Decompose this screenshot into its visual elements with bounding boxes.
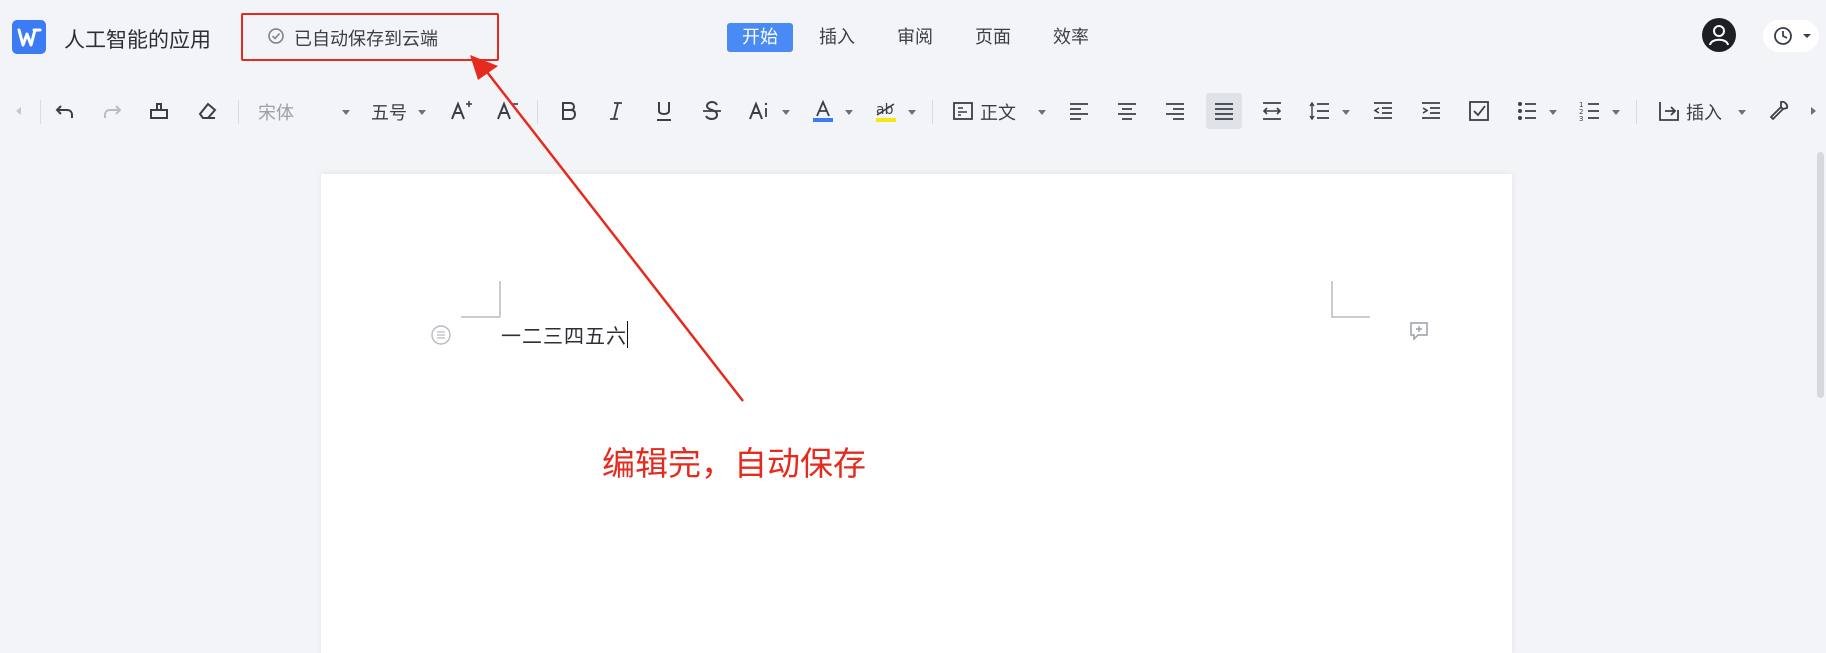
increase-font-size-icon[interactable] bbox=[448, 98, 474, 124]
document-body-text[interactable]: 一二三四五六 bbox=[501, 320, 627, 349]
font-color-icon[interactable] bbox=[810, 98, 836, 124]
history-button[interactable] bbox=[1763, 20, 1819, 52]
bullet-list-icon[interactable] bbox=[1514, 98, 1540, 124]
justify-icon[interactable] bbox=[1211, 98, 1237, 124]
line-spacing-icon[interactable] bbox=[1307, 98, 1333, 124]
paragraph-handle-icon[interactable] bbox=[430, 324, 452, 346]
save-status-text: 已自动保存到云端 bbox=[294, 29, 438, 50]
insert-icon[interactable] bbox=[1656, 98, 1682, 124]
decrease-font-size-icon[interactable] bbox=[494, 98, 520, 124]
font-size-dropdown-icon[interactable] bbox=[418, 110, 426, 115]
tab-review[interactable]: 审阅 bbox=[886, 23, 944, 52]
tools-wrench-icon[interactable] bbox=[1766, 98, 1792, 124]
svg-text:3: 3 bbox=[1579, 115, 1583, 123]
bold-icon[interactable] bbox=[555, 98, 581, 124]
user-avatar-icon[interactable] bbox=[1702, 18, 1736, 52]
font-family-dropdown-icon[interactable] bbox=[342, 110, 350, 115]
font-size-select[interactable]: 五号 bbox=[371, 99, 407, 125]
clock-icon bbox=[1774, 27, 1811, 45]
tab-start[interactable]: 开始 bbox=[727, 23, 793, 52]
toolbar-divider bbox=[40, 100, 41, 124]
redo-icon[interactable] bbox=[99, 98, 125, 124]
undo-icon[interactable] bbox=[52, 98, 78, 124]
underline-icon[interactable] bbox=[651, 98, 677, 124]
align-left-icon[interactable] bbox=[1066, 98, 1092, 124]
text-cursor bbox=[627, 321, 628, 348]
margin-corner-top-right bbox=[1331, 281, 1370, 318]
increase-indent-icon[interactable] bbox=[1418, 98, 1444, 124]
superscript-dropdown-icon[interactable] bbox=[782, 110, 790, 115]
document-title[interactable]: 人工智能的应用 bbox=[64, 24, 211, 54]
wps-writer-logo-icon[interactable] bbox=[12, 20, 46, 54]
annotation-text: 编辑完，自动保存 bbox=[602, 444, 866, 483]
toolbar-divider bbox=[537, 100, 538, 124]
paragraph-style-dropdown-icon[interactable] bbox=[1038, 110, 1046, 115]
toolbar-divider bbox=[238, 100, 239, 124]
add-comment-icon[interactable] bbox=[1408, 320, 1430, 342]
insert-label[interactable]: 插入 bbox=[1686, 99, 1722, 125]
tab-page[interactable]: 页面 bbox=[964, 23, 1022, 52]
paragraph-style-select[interactable]: 正文 bbox=[980, 99, 1016, 125]
italic-icon[interactable] bbox=[603, 98, 629, 124]
document-page[interactable] bbox=[321, 174, 1512, 653]
check-circle-icon bbox=[267, 27, 285, 45]
line-spacing-dropdown-icon[interactable] bbox=[1342, 110, 1350, 115]
align-center-icon[interactable] bbox=[1114, 98, 1140, 124]
strikethrough-icon[interactable] bbox=[699, 98, 725, 124]
margin-corner-top-left bbox=[461, 281, 501, 318]
bullet-list-dropdown-icon[interactable] bbox=[1549, 110, 1557, 115]
font-color-dropdown-icon[interactable] bbox=[845, 110, 853, 115]
clear-format-eraser-icon[interactable] bbox=[194, 98, 220, 124]
highlight-color-icon[interactable]: ab bbox=[873, 98, 899, 124]
checkbox-list-icon[interactable] bbox=[1466, 98, 1492, 124]
tab-efficiency[interactable]: 效率 bbox=[1042, 23, 1100, 52]
paragraph-style-icon[interactable] bbox=[950, 98, 976, 124]
toolbar-divider bbox=[1636, 100, 1637, 124]
numbered-list-dropdown-icon[interactable] bbox=[1612, 110, 1620, 115]
vertical-scrollbar[interactable] bbox=[1817, 152, 1824, 398]
tab-insert[interactable]: 插入 bbox=[808, 23, 866, 52]
scroll-right-icon[interactable] bbox=[1806, 104, 1820, 118]
format-painter-icon[interactable] bbox=[146, 98, 172, 124]
distribute-icon[interactable] bbox=[1259, 98, 1285, 124]
toolbar-divider bbox=[932, 100, 933, 124]
highlight-color-dropdown-icon[interactable] bbox=[908, 110, 916, 115]
scroll-left-icon[interactable] bbox=[12, 104, 26, 118]
superscript-subscript-icon[interactable] bbox=[747, 98, 773, 124]
decrease-indent-icon[interactable] bbox=[1370, 98, 1396, 124]
align-right-icon[interactable] bbox=[1162, 98, 1188, 124]
numbered-list-icon[interactable]: 123 bbox=[1577, 98, 1603, 124]
insert-dropdown-icon[interactable] bbox=[1738, 110, 1746, 115]
font-family-select[interactable]: 宋体 bbox=[258, 99, 294, 125]
